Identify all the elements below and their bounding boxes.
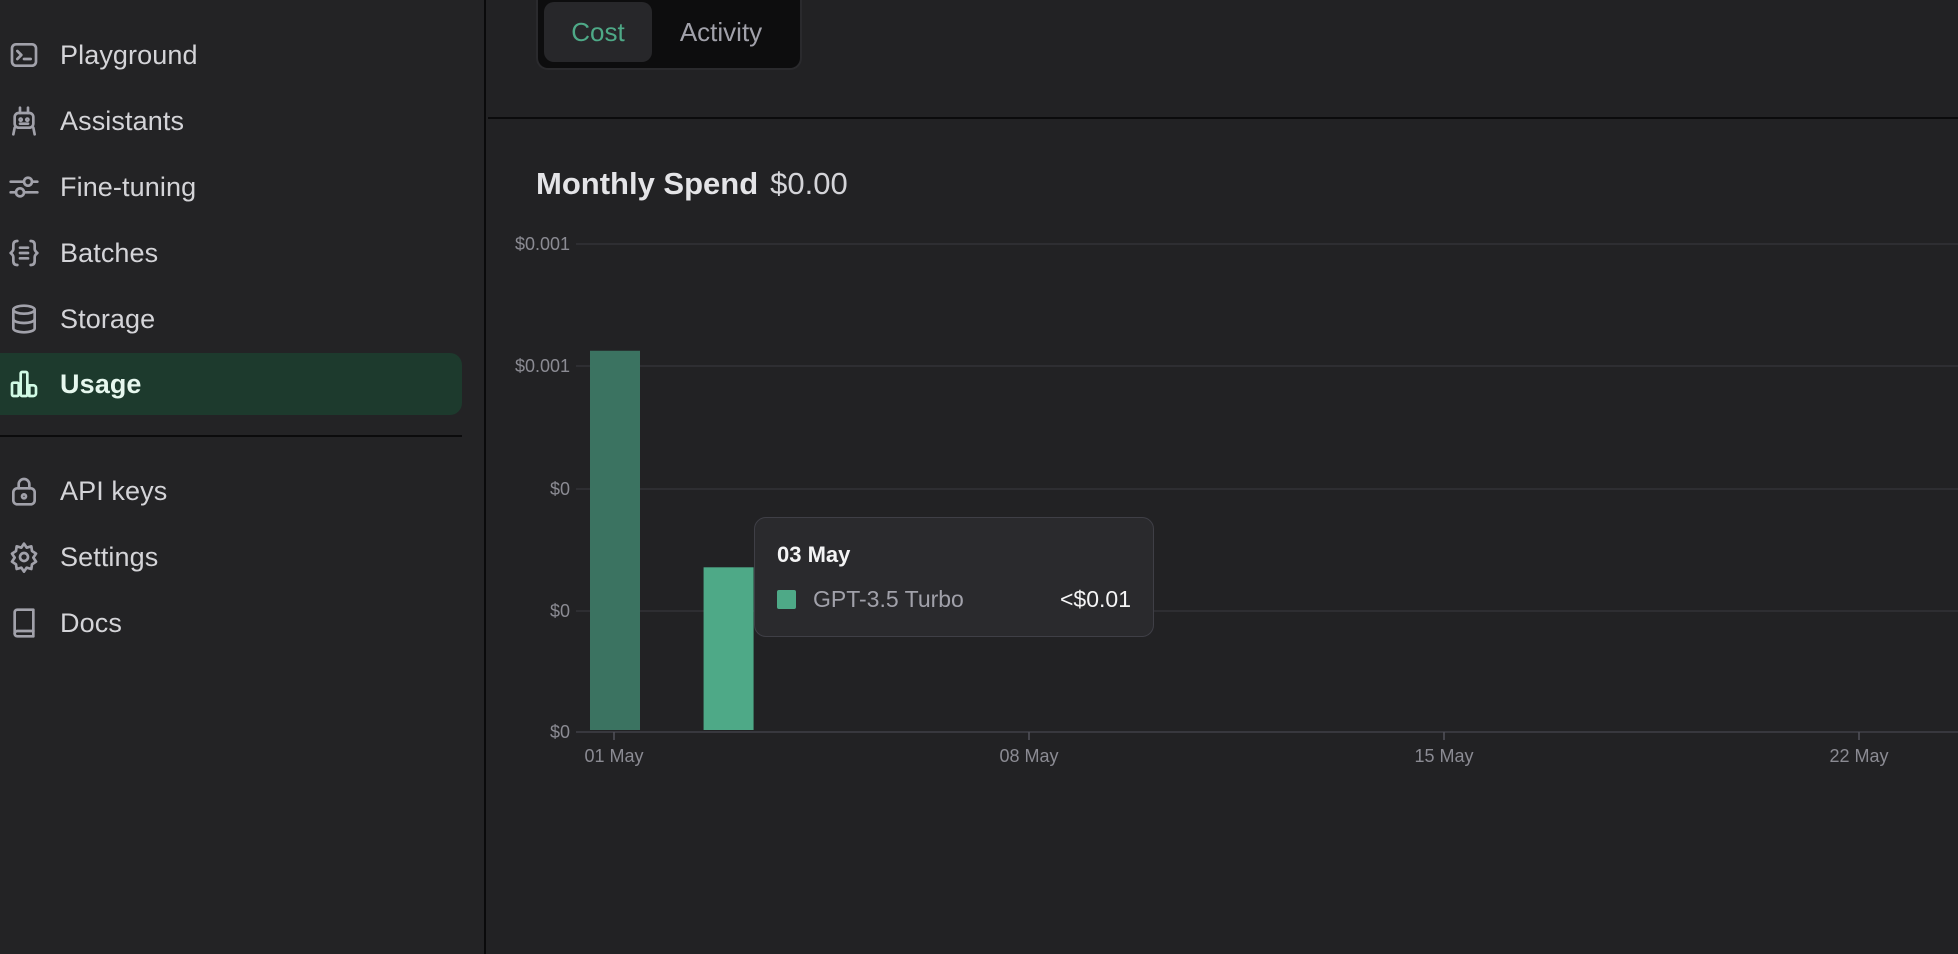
sidebar-item-settings[interactable]: Settings: [0, 526, 462, 588]
database-icon: [8, 303, 40, 335]
monthly-spend-label: Monthly Spend: [536, 166, 759, 201]
bar-chart-icon: [8, 368, 40, 400]
sidebar-item-label: API keys: [60, 475, 168, 506]
sidebar-item-label: Assistants: [60, 105, 185, 136]
tab-cost[interactable]: Cost: [544, 2, 652, 62]
tab-activity[interactable]: Activity: [652, 2, 790, 62]
sidebar-item-storage[interactable]: Storage: [0, 288, 462, 350]
sidebar-item-label: Storage: [60, 303, 156, 334]
sidebar-item-playground[interactable]: Playground: [0, 24, 462, 86]
chart-bar-01-may: [590, 350, 640, 730]
y-tick-label: $0: [550, 479, 570, 499]
y-tick-label: $0.001: [515, 356, 570, 376]
monthly-spend-header: Monthly Spend $0.00: [536, 166, 848, 202]
x-tick-label: 01 May: [584, 746, 643, 766]
lock-icon: [8, 475, 40, 507]
sidebar-item-assistants[interactable]: Assistants: [0, 90, 462, 152]
cost-activity-tabs: Cost Activity: [536, 0, 802, 70]
monthly-spend-value: $0.00: [770, 166, 848, 201]
sidebar: Playground Assistants Fine-tuning Batche…: [0, 0, 486, 954]
x-tick-label: 15 May: [1414, 746, 1473, 766]
tooltip-row: GPT-3.5 Turbo <$0.01: [777, 586, 1131, 613]
sliders-icon: [8, 171, 40, 203]
sidebar-item-batches[interactable]: Batches: [0, 222, 462, 284]
chart-bar-03-may: [703, 567, 754, 730]
main-content: Cost Activity Monthly Spend $0.00 $0.001…: [488, 0, 1958, 954]
chart-tooltip: 03 May GPT-3.5 Turbo <$0.01: [754, 517, 1154, 637]
book-icon: [8, 607, 40, 639]
app: Playground Assistants Fine-tuning Batche…: [0, 0, 1958, 954]
sidebar-item-usage[interactable]: Usage: [0, 353, 462, 415]
sidebar-item-label: Batches: [60, 237, 159, 268]
sidebar-item-label: Docs: [60, 607, 122, 638]
terminal-icon: [8, 39, 40, 71]
y-tick-label: $0: [550, 722, 570, 742]
sidebar-item-fine-tuning[interactable]: Fine-tuning: [0, 156, 462, 218]
robot-icon: [8, 105, 40, 137]
sidebar-item-label: Fine-tuning: [60, 171, 197, 202]
header-divider: [488, 117, 1958, 119]
sidebar-item-label: Playground: [60, 39, 198, 70]
x-tick-label: 08 May: [999, 746, 1058, 766]
sidebar-item-api-keys[interactable]: API keys: [0, 460, 462, 522]
x-tick-label: 22 May: [1829, 746, 1888, 766]
sidebar-divider: [0, 435, 462, 437]
usage-chart-svg: $0.001 $0.001 $0 $0 $0 01 May 08 May 15 May 22 M…: [515, 234, 1958, 766]
y-tick-label: $0: [550, 601, 570, 621]
tooltip-series-name: GPT-3.5 Turbo: [813, 586, 964, 612]
sidebar-item-docs[interactable]: Docs: [0, 592, 462, 654]
tooltip-series-swatch: [777, 590, 796, 609]
sidebar-item-label: Usage: [60, 368, 142, 399]
y-tick-label: $0.001: [515, 234, 570, 254]
gear-icon: [8, 541, 40, 573]
tooltip-date: 03 May: [777, 542, 851, 567]
usage-chart: $0.001 $0.001 $0 $0 $0 01 May 08 May 15 May 22 M…: [488, 222, 1958, 782]
braces-list-icon: [8, 237, 40, 269]
tooltip-amount: <$0.01: [1060, 586, 1131, 612]
sidebar-item-label: Settings: [60, 541, 159, 572]
